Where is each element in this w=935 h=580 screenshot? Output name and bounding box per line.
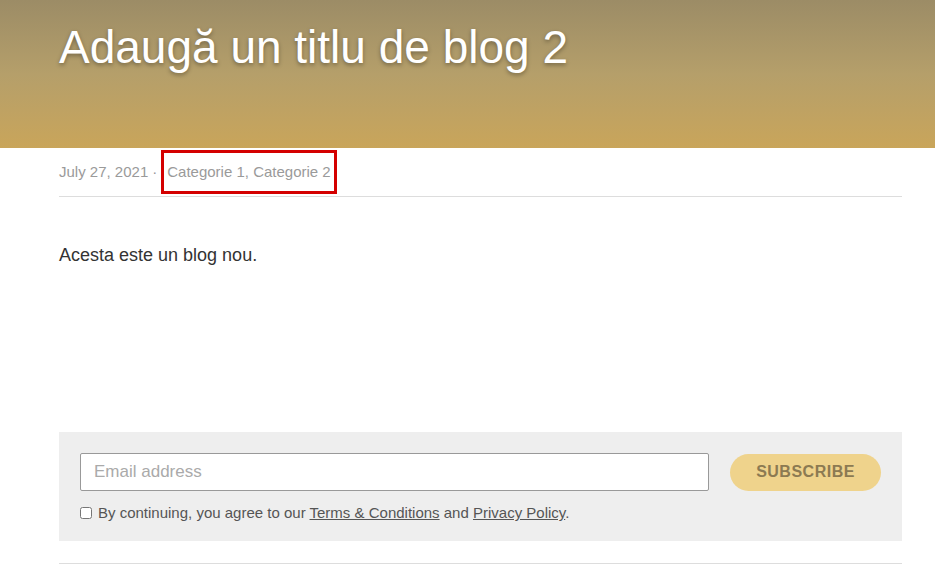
hero-banner: Adaugă un titlu de blog 2	[0, 0, 935, 148]
privacy-link[interactable]: Privacy Policy	[473, 504, 565, 521]
hero-content: Adaugă un titlu de blog 2	[0, 0, 935, 75]
post-paragraph: Acesta este un blog nou.	[59, 243, 902, 268]
category-link[interactable]: Categorie 1	[167, 161, 245, 184]
consent-and: and	[440, 504, 473, 521]
subscribe-row: SUBSCRIBE	[80, 453, 881, 491]
subscribe-box: SUBSCRIBE By continuing, you agree to our…	[59, 432, 902, 541]
category-separator: ,	[245, 161, 253, 184]
bottom-divider	[59, 563, 902, 564]
consent-checkbox[interactable]	[80, 507, 92, 519]
post-meta: July 27, 2021·Categorie 1, Categorie 2	[59, 148, 902, 197]
category-list: Categorie 1, Categorie 2	[161, 150, 336, 195]
post-date: July 27, 2021	[59, 161, 148, 184]
terms-link[interactable]: Terms & Conditions	[310, 504, 440, 521]
consent-row: By continuing, you agree to our Terms & …	[80, 502, 881, 525]
consent-suffix: .	[565, 504, 569, 521]
blog-title: Adaugă un titlu de blog 2	[59, 20, 935, 75]
category-link[interactable]: Categorie 2	[253, 161, 331, 184]
post-column: July 27, 2021·Categorie 1, Categorie 2Ac…	[59, 148, 902, 564]
meta-dot: ·	[152, 161, 157, 184]
subscribe-button[interactable]: SUBSCRIBE	[730, 454, 881, 491]
email-input[interactable]	[80, 453, 709, 491]
consent-prefix: By continuing, you agree to our	[98, 504, 310, 521]
consent-text: By continuing, you agree to our Terms & …	[98, 502, 569, 525]
